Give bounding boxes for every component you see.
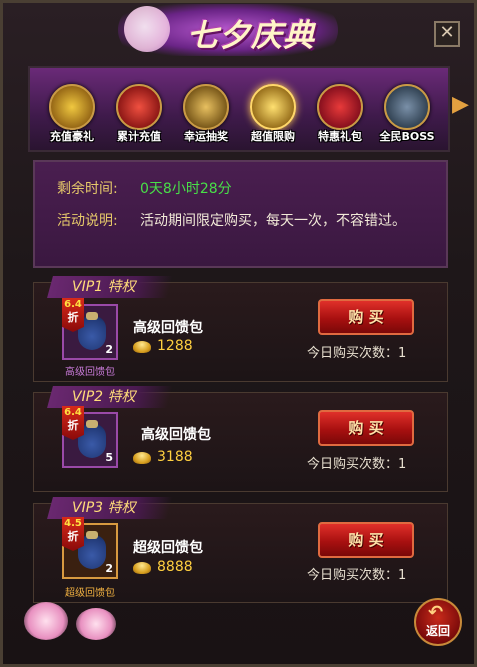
- moon-icon: [124, 6, 170, 52]
- tab-label: 充值豪礼: [50, 130, 94, 143]
- remaining-time-label: 剩余时间:: [57, 181, 118, 197]
- close-button[interactable]: ✕: [434, 21, 460, 47]
- item-slot[interactable]: 4.5 折 2: [62, 517, 118, 579]
- gold-ingot-icon: [133, 452, 151, 464]
- treasure-chest-icon: [49, 84, 95, 130]
- discount-value: 6.4: [64, 299, 82, 310]
- item-slot[interactable]: 6.4 折 5: [62, 406, 118, 468]
- tab-label: 幸运抽奖: [184, 130, 228, 143]
- item-count: 5: [105, 451, 113, 464]
- buy-button[interactable]: 购 买: [318, 522, 414, 558]
- discount-badge: 6.4 折: [62, 406, 84, 440]
- tab-lucky-draw[interactable]: 幸运抽奖: [174, 82, 238, 152]
- vip-badge: VIP2 特权: [47, 386, 173, 408]
- tab-recharge-gift[interactable]: 充值豪礼: [40, 82, 104, 152]
- vip-label: VIP3 特权: [72, 500, 136, 516]
- description-value: 活动期间限定购买，每天一次，不容错过。: [140, 213, 406, 229]
- discount-value: 6.4: [64, 407, 82, 418]
- buy-button[interactable]: 购 买: [318, 299, 414, 335]
- discount-unit: 折: [67, 419, 79, 432]
- money-bag-icon: [183, 84, 229, 130]
- lotus-icon: [24, 602, 68, 640]
- tab-cumulative-recharge[interactable]: 累计充值: [107, 82, 171, 152]
- back-button[interactable]: ↶ 返回: [414, 598, 462, 646]
- description-label: 活动说明:: [57, 213, 118, 229]
- gold-ingot-icon: [133, 562, 151, 574]
- price-value: 1288: [157, 338, 193, 354]
- purchase-count: 今日购买次数：1: [307, 346, 407, 361]
- gold-treasure-icon: [250, 84, 296, 130]
- price-value: 8888: [157, 559, 193, 575]
- tab-label: 特惠礼包: [318, 130, 362, 143]
- discount-unit: 折: [67, 530, 79, 543]
- discount-badge: 4.5 折: [62, 517, 84, 551]
- lotus-icon: [76, 608, 116, 640]
- tab-special-pack[interactable]: 特惠礼包: [308, 82, 372, 152]
- tab-limited-purchase[interactable]: 超值限购: [241, 82, 305, 152]
- back-label: 返回: [425, 624, 450, 638]
- boss-icon: [384, 84, 430, 130]
- vip-badge: VIP3 特权: [47, 497, 173, 519]
- item-count: 2: [105, 562, 113, 575]
- item-count: 2: [105, 343, 113, 356]
- tab-label: 超值限购: [251, 130, 295, 143]
- item-name: 超级回馈包: [133, 540, 203, 556]
- purchase-count: 今日购买次数：1: [307, 457, 407, 472]
- vip-label: VIP1 特权: [72, 279, 136, 295]
- item-caption: 高级回馈包: [65, 367, 115, 378]
- price-value: 3188: [157, 449, 193, 465]
- tab-label: 累计充值: [117, 130, 161, 143]
- item-name: 高级回馈包: [133, 320, 203, 336]
- tab-world-boss[interactable]: 全民BOSS: [375, 82, 439, 152]
- lotus-decoration: [18, 594, 128, 644]
- chevron-right-icon[interactable]: ▶: [452, 88, 469, 122]
- item-name: 高级回馈包: [141, 427, 211, 443]
- title-banner: 七夕庆典: [118, 4, 338, 56]
- gift-pack-icon: [317, 84, 363, 130]
- page-title: 七夕庆典: [187, 18, 315, 54]
- vip-label: VIP2 特权: [72, 389, 136, 405]
- return-arrow-icon: ↶: [428, 602, 444, 623]
- discount-value: 4.5: [64, 518, 82, 529]
- discount-unit: 折: [67, 311, 79, 324]
- discount-badge: 6.4 折: [62, 298, 84, 332]
- item-slot[interactable]: 6.4 折 2: [62, 298, 118, 360]
- buy-button[interactable]: 购 买: [318, 410, 414, 446]
- gift-box-icon: [116, 84, 162, 130]
- vip-badge: VIP1 特权: [47, 276, 173, 298]
- tab-label: 全民BOSS: [379, 130, 435, 143]
- activity-info: 剩余时间: 0天8小时28分 活动说明: 活动期间限定购买，每天一次，不容错过。: [33, 160, 448, 268]
- purchase-count: 今日购买次数：1: [307, 568, 407, 583]
- remaining-time-value: 0天8小时28分: [140, 181, 232, 197]
- gold-ingot-icon: [133, 341, 151, 353]
